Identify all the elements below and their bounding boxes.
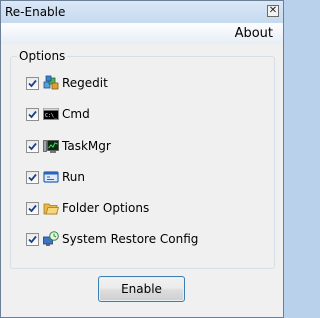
cmd-label: Cmd xyxy=(62,107,90,121)
taskmgr-checkbox[interactable] xyxy=(26,139,39,153)
taskmgr-icon xyxy=(43,138,59,154)
enable-button[interactable]: Enable xyxy=(98,276,185,302)
run-icon xyxy=(43,169,59,185)
folder-options-checkbox[interactable] xyxy=(26,201,39,215)
system-restore-checkbox[interactable] xyxy=(26,232,39,246)
system-restore-label: System Restore Config xyxy=(62,232,199,246)
cmd-checkbox[interactable] xyxy=(26,107,39,121)
option-cmd[interactable]: C:\_ Cmd xyxy=(26,106,90,122)
close-icon: ✕ xyxy=(268,5,278,16)
window-title: Re-Enable xyxy=(5,5,66,19)
folder-options-label: Folder Options xyxy=(62,201,150,215)
option-system-restore-config[interactable]: System Restore Config xyxy=(26,231,198,247)
options-group-label: Options xyxy=(17,49,68,63)
system-restore-icon xyxy=(43,231,59,247)
run-label: Run xyxy=(62,170,86,184)
option-regedit[interactable]: Regedit xyxy=(26,75,108,91)
title-bar[interactable]: Re-Enable ✕ xyxy=(1,1,283,24)
taskmgr-label: TaskMgr xyxy=(62,139,111,153)
svg-text:C:\_: C:\_ xyxy=(45,113,58,119)
app-window: Re-Enable ✕ About Options Regedit C:\_ C… xyxy=(0,0,284,318)
menu-bar: About xyxy=(1,23,283,44)
regedit-checkbox[interactable] xyxy=(26,76,39,90)
menu-item-about[interactable]: About xyxy=(235,26,273,41)
folder-icon xyxy=(43,200,59,216)
option-taskmgr[interactable]: TaskMgr xyxy=(26,138,111,154)
run-checkbox[interactable] xyxy=(26,170,39,184)
option-folder-options[interactable]: Folder Options xyxy=(26,200,149,216)
option-run[interactable]: Run xyxy=(26,169,85,185)
cmd-icon: C:\_ xyxy=(43,106,59,122)
regedit-label: Regedit xyxy=(62,76,108,90)
close-button[interactable]: ✕ xyxy=(267,5,279,17)
regedit-icon xyxy=(43,75,59,91)
